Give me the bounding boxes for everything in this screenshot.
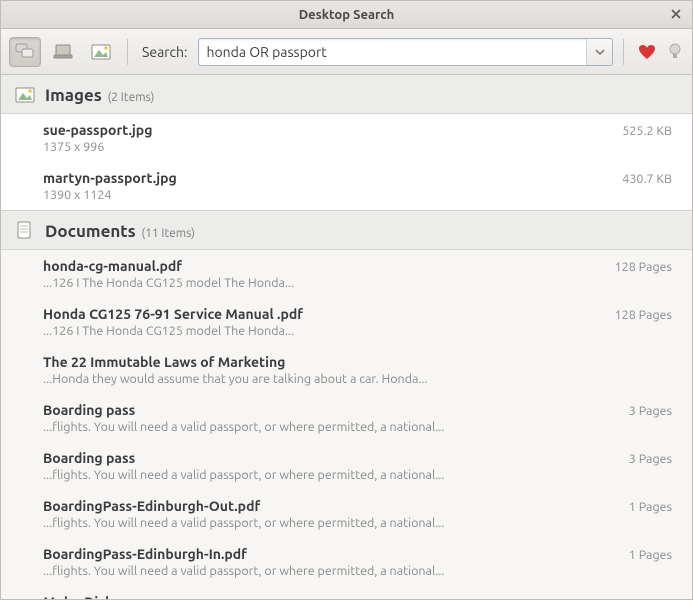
- item-title: The 22 Immutable Laws of Marketing: [43, 354, 656, 370]
- item-title: Boarding pass: [43, 402, 613, 418]
- titlebar: Desktop Search: [1, 1, 692, 29]
- documents-group-icon: [15, 221, 35, 241]
- tips-button[interactable]: [668, 43, 682, 61]
- toolbar-separator: [127, 39, 128, 65]
- item-subtitle: 1375 x 996: [43, 140, 606, 154]
- item-subtitle: ...flights. You will need a valid passpo…: [43, 564, 613, 578]
- item-title: Boarding pass: [43, 450, 613, 466]
- result-item[interactable]: martyn-passport.jpg 1390 x 1124 430.7 KB: [1, 162, 692, 210]
- result-item[interactable]: BoardingPass-Edinburgh-Out.pdf ...flights…: [1, 490, 692, 538]
- toolbar-separator: [623, 39, 624, 65]
- results-pane[interactable]: Images (2 Items) sue-passport.jpg 1375 x…: [1, 75, 692, 599]
- group-title: Images: [45, 86, 102, 105]
- result-item[interactable]: honda-cg-manual.pdf ...126 I The Honda CG…: [1, 250, 692, 298]
- result-item[interactable]: BoardingPass-Edinburgh-In.pdf ...flights.…: [1, 538, 692, 586]
- close-icon: [671, 9, 681, 19]
- result-item[interactable]: Boarding pass ...flights. You will need a…: [1, 442, 692, 490]
- group-count: (2 Items): [108, 91, 155, 104]
- item-title: sue-passport.jpg: [43, 122, 606, 138]
- view-all-button[interactable]: [9, 37, 41, 67]
- item-meta: 128 Pages: [615, 260, 672, 274]
- view-files-button[interactable]: [47, 37, 79, 67]
- picture-icon: [91, 44, 111, 60]
- item-meta: 128 Pages: [615, 308, 672, 322]
- close-button[interactable]: [668, 6, 684, 22]
- item-meta: 3 Pages: [629, 404, 672, 418]
- toolbar: Search:: [1, 29, 692, 75]
- item-subtitle: ...flights. You will need a valid passpo…: [43, 420, 613, 434]
- item-title: BoardingPass-Edinburgh-Out.pdf: [43, 498, 613, 514]
- item-title: Honda CG125 76-91 Service Manual .pdf: [43, 306, 599, 322]
- search-field-wrap: [198, 38, 614, 66]
- group-title: Documents: [45, 222, 136, 241]
- result-item[interactable]: The 22 Immutable Laws of Marketing ...Hon…: [1, 346, 692, 394]
- favorites-button[interactable]: [638, 44, 656, 60]
- search-dropdown-button[interactable]: [586, 39, 612, 65]
- item-title: BoardingPass-Edinburgh-In.pdf: [43, 546, 613, 562]
- group-header-images[interactable]: Images (2 Items): [1, 75, 692, 114]
- item-meta: 1 Pages: [629, 500, 672, 514]
- item-subtitle: 1390 x 1124: [43, 188, 606, 202]
- search-input[interactable]: [199, 39, 587, 65]
- item-meta: 525.2 KB: [622, 124, 672, 138]
- item-title: Moby-Dick: [43, 594, 656, 599]
- result-item[interactable]: Moby-Dick...travel freely, and without a…: [1, 586, 692, 599]
- group-count: (11 Items): [141, 227, 195, 240]
- result-item[interactable]: Honda CG125 76-91 Service Manual .pdf...…: [1, 298, 692, 346]
- item-subtitle: ...126 I The Honda CG125 model The Honda…: [43, 276, 599, 290]
- item-meta: 430.7 KB: [622, 172, 672, 186]
- item-subtitle: ...flights. You will need a valid passpo…: [43, 516, 613, 530]
- item-subtitle: ...flights. You will need a valid passpo…: [43, 468, 613, 482]
- group-header-documents[interactable]: Documents (11 Items): [1, 210, 692, 250]
- item-subtitle: ...Honda they would assume that you are …: [43, 372, 656, 386]
- lightbulb-icon: [668, 43, 682, 61]
- images-group-icon: [15, 85, 35, 105]
- view-images-button[interactable]: [85, 37, 117, 67]
- window-title: Desktop Search: [299, 8, 395, 22]
- item-meta: 3 Pages: [629, 452, 672, 466]
- chevron-down-icon: [595, 49, 605, 55]
- result-item[interactable]: sue-passport.jpg 1375 x 996 525.2 KB: [1, 114, 692, 162]
- heart-icon: [638, 44, 656, 60]
- item-subtitle: ...126 I The Honda CG125 model The Honda…: [43, 324, 599, 338]
- search-label: Search:: [142, 44, 188, 60]
- speech-bubbles-icon: [15, 43, 35, 61]
- item-title: martyn-passport.jpg: [43, 170, 606, 186]
- result-item[interactable]: Boarding pass ...flights. You will need a…: [1, 394, 692, 442]
- item-title: honda-cg-manual.pdf: [43, 258, 599, 274]
- laptop-icon: [53, 44, 73, 60]
- item-meta: 1 Pages: [629, 548, 672, 562]
